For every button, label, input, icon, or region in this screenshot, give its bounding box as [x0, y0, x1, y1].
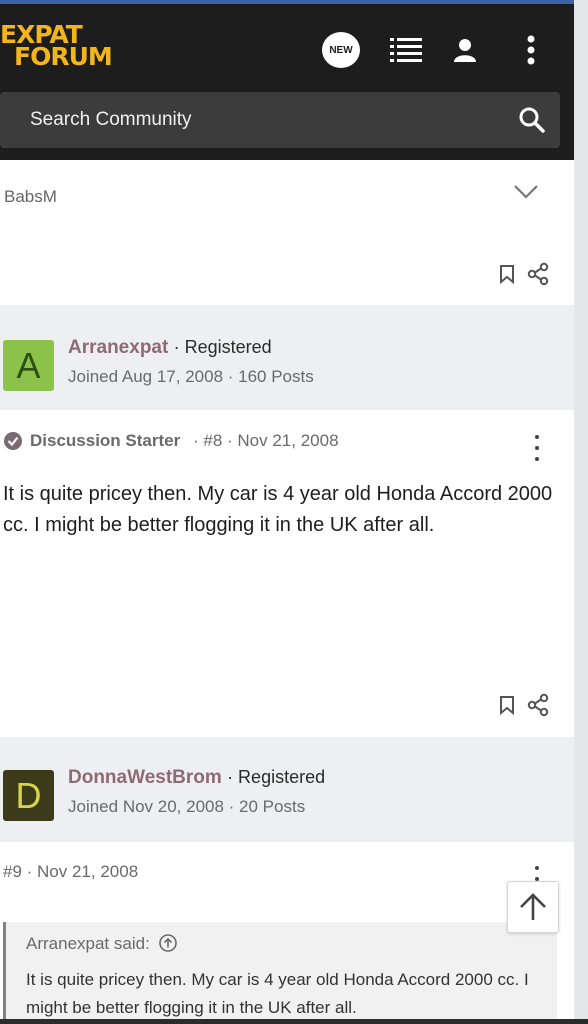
- check-badge-icon: [4, 432, 22, 450]
- avatar[interactable]: D: [3, 770, 54, 821]
- page-scroll-gutter: [574, 0, 588, 1024]
- site-header: EXPAT FORUM NEW Search Community: [0, 4, 574, 160]
- post-author-row: D DonnaWestBrom · Registered Joined Nov …: [0, 737, 574, 842]
- search-icon[interactable]: [518, 106, 546, 134]
- quote-block: Arranexpat said: It is quite pricey then…: [3, 922, 557, 1024]
- post-actions: [498, 693, 554, 719]
- author-joined: Joined Aug 17, 2008 · 160 Posts: [68, 367, 314, 386]
- post-number-date[interactable]: · #8 · Nov 21, 2008: [193, 431, 339, 451]
- quote-text: It is quite pricey then. My car is 4 yea…: [26, 970, 529, 1017]
- previous-post-card: BabsM: [0, 160, 574, 305]
- author-username[interactable]: Arranexpat: [68, 337, 168, 358]
- post-author-row: A Arranexpat · Registered Joined Aug 17,…: [0, 305, 574, 410]
- author-username[interactable]: DonnaWestBrom: [68, 767, 222, 788]
- post-actions: [498, 262, 554, 288]
- scroll-to-top-button[interactable]: [507, 881, 559, 933]
- author-name[interactable]: Arranexpat · Registered: [68, 337, 272, 359]
- post-menu-icon[interactable]: [532, 435, 542, 461]
- user-icon[interactable]: [445, 30, 485, 70]
- author-joined: Joined Nov 20, 2008 · 20 Posts: [68, 797, 306, 816]
- quote-author[interactable]: Arranexpat said:: [26, 934, 177, 954]
- collapsed-quote-author: BabsM: [4, 187, 57, 206]
- more-menu-icon[interactable]: [511, 30, 551, 70]
- author-name[interactable]: DonnaWestBrom · Registered: [68, 767, 325, 789]
- logo-line-2: FORUM: [14, 42, 113, 71]
- author-role: · Registered: [173, 337, 272, 357]
- share-icon[interactable]: [526, 262, 550, 286]
- new-badge-icon: NEW: [322, 32, 360, 68]
- expat-forum-logo[interactable]: EXPAT FORUM: [0, 22, 130, 74]
- post-number-date[interactable]: #9 · Nov 21, 2008: [3, 862, 138, 882]
- bottom-bar: [0, 1019, 588, 1024]
- avatar[interactable]: A: [3, 340, 54, 391]
- post-body: It is quite pricey then. My car is 4 yea…: [3, 483, 553, 536]
- new-posts-button[interactable]: NEW: [321, 30, 361, 70]
- search-input[interactable]: Search Community: [30, 109, 192, 131]
- search-bar[interactable]: Search Community: [0, 92, 560, 148]
- post-8: Discussion Starter · #8 · Nov 21, 2008 I…: [0, 410, 574, 737]
- go-to-quote-icon[interactable]: [158, 934, 177, 952]
- discussion-starter-label: Discussion Starter: [30, 431, 181, 450]
- bookmark-icon[interactable]: [498, 264, 516, 284]
- list-icon[interactable]: [386, 30, 426, 70]
- quote-author-name[interactable]: Arranexpat said:: [26, 934, 150, 953]
- chevron-down-icon[interactable]: [512, 182, 540, 202]
- share-icon[interactable]: [526, 693, 550, 717]
- bookmark-icon[interactable]: [498, 695, 516, 715]
- arrow-up-icon: [520, 893, 546, 920]
- author-role: · Registered: [227, 767, 326, 787]
